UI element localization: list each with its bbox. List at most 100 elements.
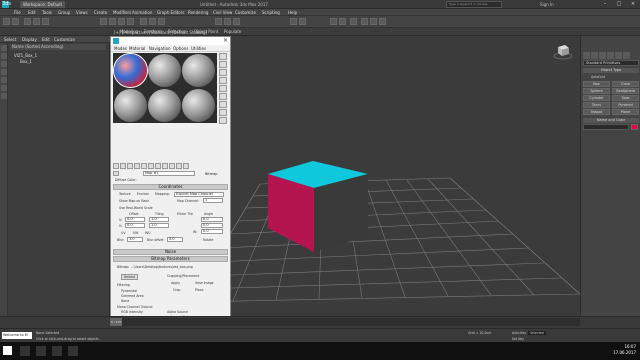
sample-slot[interactable]	[113, 53, 148, 88]
angle-v-spinner[interactable]: 0.0	[201, 223, 223, 228]
system-clock[interactable]: 16:07 17.06.2017	[613, 344, 636, 356]
real-world-checkbox[interactable]: Use Real-World Scale	[119, 206, 153, 210]
maximize-icon[interactable]: □	[612, 0, 626, 9]
tiling-v-spinner[interactable]: 1.0	[149, 223, 169, 228]
wu-radio[interactable]: WU	[145, 231, 151, 235]
filter-shapes-icon[interactable]	[1, 53, 7, 59]
menu-file[interactable]: File	[14, 9, 21, 16]
menu-animation[interactable]: Animation	[132, 9, 152, 16]
angle-u-spinner[interactable]: 0.0	[201, 217, 223, 222]
offset-u-spinner[interactable]: 0.0	[125, 217, 145, 222]
scale-icon[interactable]	[158, 18, 165, 25]
assign-material-icon[interactable]	[127, 163, 133, 169]
torus-button[interactable]: Torus	[583, 102, 610, 108]
align-icon[interactable]	[299, 18, 306, 25]
select-object-icon[interactable]	[100, 18, 107, 25]
uv-tiling-icon[interactable]	[219, 77, 227, 84]
menu-customize[interactable]: Customize	[235, 9, 256, 16]
motion-tab-icon[interactable]	[607, 52, 614, 59]
sign-in-button[interactable]: Sign In	[540, 0, 554, 9]
sample-slot[interactable]	[182, 89, 215, 122]
pick-material-icon[interactable]	[113, 171, 119, 176]
maxscript-listener[interactable]: Welcome to M	[2, 332, 32, 339]
tab-edit[interactable]: Edit	[42, 36, 50, 43]
auto-key-button[interactable]: Auto Key	[512, 331, 526, 335]
curve-editor-icon[interactable]	[330, 18, 337, 25]
scene-item[interactable]: Box_1	[20, 59, 32, 64]
teapot-button[interactable]: Teapot	[583, 109, 610, 115]
hierarchy-tab-icon[interactable]	[599, 52, 606, 59]
bind-space-warp-icon[interactable]	[42, 18, 49, 25]
frame-indicator[interactable]: 0 / 100	[110, 318, 122, 326]
3dsmax-taskbar-icon[interactable]	[52, 346, 62, 356]
menu-tools[interactable]: Tools	[42, 9, 52, 16]
menu-modifiers[interactable]: Modifiers	[113, 9, 131, 16]
scene-item[interactable]: VIZ1_Box_1	[14, 53, 37, 58]
menu-create[interactable]: Create	[94, 9, 107, 16]
cylinder-button[interactable]: Cylinder	[583, 95, 610, 101]
reload-button[interactable]: Reload	[121, 274, 138, 280]
selected-dropdown[interactable]: Selected	[528, 331, 546, 335]
rendered-frame-icon[interactable]	[370, 18, 377, 25]
material-navigator-icon[interactable]	[219, 117, 227, 124]
create-tab-icon[interactable]	[583, 52, 590, 59]
tiling-u-spinner[interactable]: 1.0	[149, 217, 169, 222]
map-type-button[interactable]: Bitmap	[205, 171, 218, 177]
tube-button[interactable]: Tube	[612, 95, 639, 101]
autogrid-checkbox[interactable]: AutoGrid	[591, 75, 605, 79]
cone-button[interactable]: Cone	[612, 81, 639, 87]
offset-v-spinner[interactable]: 0.0	[125, 223, 145, 228]
make-unique-icon[interactable]	[141, 163, 147, 169]
make-preview-icon[interactable]	[219, 93, 227, 100]
search-taskbar-icon[interactable]	[20, 346, 30, 356]
coordinates-rollout[interactable]: Coordinates	[113, 184, 228, 190]
menu-options[interactable]: Options	[173, 45, 188, 52]
ribbon-tab-populate[interactable]: Populate	[224, 28, 241, 36]
tab-display[interactable]: Display	[22, 36, 37, 43]
filter-lights-icon[interactable]	[1, 61, 7, 67]
app-logo[interactable]: 3ds	[2, 1, 11, 8]
bitmap-path-button[interactable]: Bitmap: ...\Users\Desktop\textures\red_b…	[117, 265, 193, 269]
select-by-name-icon[interactable]	[109, 18, 116, 25]
category-dropdown[interactable]: Standard Primitives	[583, 60, 639, 66]
blur-offset-spinner[interactable]: 0.0	[167, 237, 183, 242]
percent-snap-icon[interactable]	[233, 18, 240, 25]
minimize-icon[interactable]: –	[598, 0, 612, 9]
tab-customize[interactable]: Customize	[54, 36, 75, 43]
object-color-swatch[interactable]	[631, 124, 638, 130]
material-id-icon[interactable]	[155, 163, 161, 169]
undo-icon[interactable]	[3, 18, 10, 25]
mapping-dropdown[interactable]: Explicit Map Channel	[174, 192, 224, 197]
rectangular-selection-icon[interactable]	[118, 18, 125, 25]
menu-graph-editors[interactable]: Graph Editors	[157, 9, 184, 16]
window-crossing-icon[interactable]	[127, 18, 134, 25]
bitmap-parameters-rollout[interactable]: Bitmap Parameters	[113, 256, 228, 262]
filter-helpers-icon[interactable]	[1, 77, 7, 83]
name-and-color-rollout[interactable]: Name and Color	[583, 118, 639, 123]
render-setup-icon[interactable]	[361, 18, 368, 25]
show-end-result-icon[interactable]	[169, 163, 175, 169]
file-explorer-icon[interactable]	[36, 346, 46, 356]
mirror-icon[interactable]	[290, 18, 297, 25]
angle-snap-icon[interactable]	[224, 18, 231, 25]
vw-radio[interactable]: VW	[133, 231, 138, 235]
put-to-scene-icon[interactable]	[120, 163, 126, 169]
utilities-tab-icon[interactable]	[623, 52, 630, 59]
material-name-field[interactable]: Map #1	[143, 171, 195, 176]
object-type-rollout[interactable]: Object Type	[583, 68, 639, 73]
select-by-material-icon[interactable]	[219, 109, 227, 116]
filter-geometry-icon[interactable]	[1, 45, 7, 51]
crop-radio[interactable]: Crop	[173, 288, 180, 292]
menu-group[interactable]: Group	[58, 9, 70, 16]
schematic-view-icon[interactable]	[339, 18, 346, 25]
show-map-icon[interactable]	[162, 163, 168, 169]
sample-slot[interactable]	[148, 89, 181, 122]
noise-rollout[interactable]: Noise	[113, 249, 228, 255]
search-input[interactable]: Type a keyword or phrase	[446, 1, 502, 8]
summed-area-radio[interactable]: Summed Area	[121, 294, 144, 298]
sample-type-icon[interactable]	[219, 53, 227, 60]
box-button[interactable]: Box	[583, 81, 610, 87]
link-icon[interactable]	[24, 18, 31, 25]
filter-cameras-icon[interactable]	[1, 69, 7, 75]
time-slider[interactable]: 0 / 100	[110, 318, 580, 326]
